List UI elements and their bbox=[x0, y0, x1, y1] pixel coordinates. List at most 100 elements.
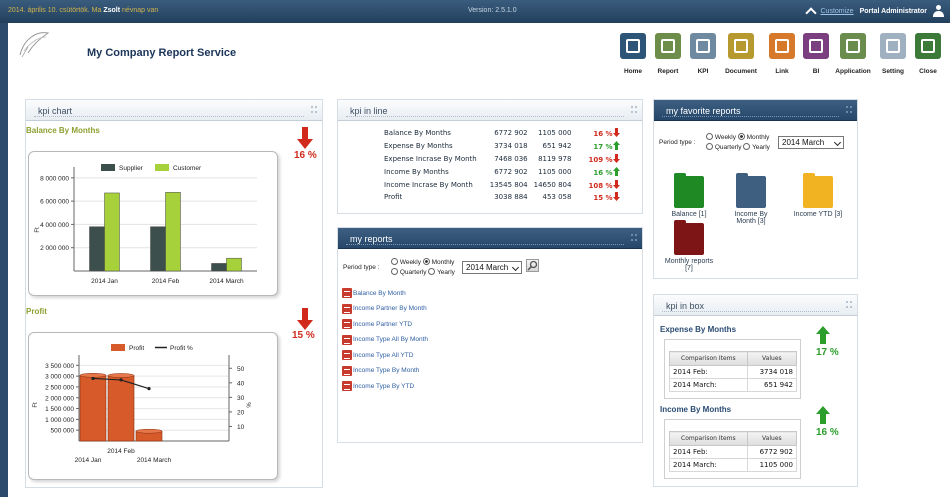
radio-yearly[interactable] bbox=[743, 143, 751, 150]
y2-tick-label: 10 bbox=[237, 424, 245, 431]
month-select[interactable]: 2014 March bbox=[778, 136, 844, 149]
document-icon bbox=[728, 33, 754, 59]
table-row: 2014 Feb: 6772 902 bbox=[669, 445, 798, 459]
radio-monthly[interactable] bbox=[737, 133, 745, 140]
down-arrow-icon bbox=[612, 128, 620, 138]
favorite-folder[interactable]: Income By Month [3] bbox=[724, 173, 778, 225]
report-link[interactable]: Income Partner YTD bbox=[342, 319, 412, 329]
balance-chart: Supplier Customer 8 000 000 6 000 000 4 000 … bbox=[28, 151, 278, 296]
y-tick-label: 6 000 000 bbox=[40, 199, 69, 206]
y-axis-label: Ft bbox=[33, 402, 39, 408]
table-row: 2014 March: 651 942 bbox=[669, 378, 798, 392]
radio-monthly[interactable] bbox=[422, 258, 430, 265]
radio-weekly[interactable] bbox=[391, 258, 398, 265]
legend-swatch bbox=[101, 164, 115, 171]
bi-icon bbox=[803, 33, 829, 59]
setting-icon bbox=[880, 33, 906, 59]
kpi-in-box-panel: kpi in box Expense By Months 17 % Comparis… bbox=[653, 294, 858, 487]
bar-customer bbox=[104, 192, 120, 272]
bar-profit bbox=[135, 428, 163, 442]
y2-tick-label: 30 bbox=[237, 395, 245, 402]
up-arrow-icon bbox=[816, 326, 830, 344]
y-tick-label: 500 000 bbox=[51, 428, 75, 435]
folder-label: Balance [1] bbox=[671, 211, 707, 218]
company-logo bbox=[19, 32, 50, 58]
drag-handle-icon[interactable] bbox=[311, 106, 317, 113]
nav-application[interactable]: Application bbox=[831, 33, 875, 75]
x-tick-label: 2014 March bbox=[209, 278, 244, 285]
period-label: Period type : bbox=[343, 264, 380, 271]
collapse-chevron-icon[interactable] bbox=[804, 7, 817, 19]
link-icon bbox=[769, 33, 795, 59]
customize-link[interactable]: Customize bbox=[821, 8, 854, 15]
kpi-value-1: 13545 804 bbox=[489, 180, 528, 189]
drag-handle-icon[interactable] bbox=[631, 106, 637, 113]
kpi-value-2: 651 942 bbox=[542, 142, 572, 151]
favorite-folder[interactable]: Balance [1] bbox=[662, 173, 716, 218]
comparison-value: 3734 018 bbox=[746, 365, 798, 379]
legend-label: Profit % bbox=[170, 345, 193, 352]
kpi-name: Expense Incrase By Month bbox=[384, 154, 477, 163]
drag-handle-icon[interactable] bbox=[846, 301, 852, 308]
report-link[interactable]: Income Type By YTD bbox=[342, 381, 414, 391]
option-label: Quarterly bbox=[399, 269, 427, 276]
user-icon[interactable] bbox=[933, 5, 944, 17]
nav-label: Application bbox=[835, 68, 871, 75]
drag-handle-icon[interactable] bbox=[631, 234, 637, 241]
close-icon bbox=[915, 33, 941, 59]
report-link[interactable]: Income Type All By Month bbox=[342, 334, 428, 345]
nav-document[interactable]: Document bbox=[719, 33, 763, 75]
kpi-value-1: 3038 884 bbox=[494, 193, 528, 202]
kpi-value-1: 7468 036 bbox=[494, 154, 528, 163]
down-arrow-icon bbox=[612, 192, 620, 202]
month-select[interactable]: 2014 March bbox=[462, 261, 522, 274]
report-link[interactable]: Income Partner By Month bbox=[342, 303, 427, 314]
radio-quarterly[interactable] bbox=[706, 143, 713, 150]
comparison-item: 2014 Feb: bbox=[669, 365, 748, 379]
kpi-percent-cell: 16 % bbox=[574, 165, 622, 178]
nav-label: Document bbox=[725, 68, 757, 75]
search-button[interactable] bbox=[526, 259, 539, 272]
kpi-line-row: Income Incrase By Month 13545 804 14650 80… bbox=[381, 178, 623, 191]
radio-weekly[interactable] bbox=[706, 133, 713, 140]
y2-tick-label: 40 bbox=[237, 380, 245, 387]
report-link-label: Income Type By Month bbox=[353, 367, 420, 374]
point-profit-percent bbox=[91, 376, 95, 381]
y2-tick-label: 50 bbox=[237, 366, 245, 373]
panel-header: kpi in line bbox=[338, 100, 642, 121]
comparison-item: 2014 March: bbox=[669, 378, 748, 392]
option-label: Weekly bbox=[714, 134, 737, 141]
kpi-line-row: Expense Incrase By Month 7468 036 8119 978… bbox=[381, 153, 623, 166]
report-link-label: Income Type All YTD bbox=[353, 351, 414, 359]
y-tick-label: 3 500 000 bbox=[45, 363, 74, 370]
search-icon bbox=[527, 260, 538, 271]
radio-yearly[interactable] bbox=[428, 268, 436, 275]
report-link[interactable]: Balance By Month bbox=[342, 288, 406, 298]
drag-handle-icon[interactable] bbox=[846, 106, 852, 113]
y2-axis-label: % bbox=[247, 402, 253, 408]
nav-label: Close bbox=[919, 68, 937, 75]
y-tick-label: 2 000 000 bbox=[40, 245, 69, 252]
panel-title: my reports bbox=[350, 234, 393, 244]
panel-header: kpi chart bbox=[26, 100, 322, 121]
home-icon bbox=[620, 33, 646, 59]
report-icon bbox=[655, 33, 681, 59]
nav-close[interactable]: Close bbox=[906, 33, 950, 75]
favorite-folder[interactable]: Income YTD [3] bbox=[786, 173, 850, 218]
pdf-icon bbox=[342, 303, 352, 314]
kpi-box-percent: 17 % bbox=[816, 347, 839, 358]
report-link[interactable]: Income Type By Month bbox=[342, 365, 420, 376]
panel-title: kpi in line bbox=[350, 106, 388, 116]
pdf-icon bbox=[342, 288, 352, 298]
chart-legend: Supplier Customer bbox=[101, 164, 202, 172]
radio-quarterly[interactable] bbox=[391, 268, 398, 275]
pdf-icon bbox=[342, 381, 352, 391]
legend-swatch bbox=[111, 344, 125, 351]
folder-label: Monthly reports [7] bbox=[664, 258, 714, 272]
bar-customer bbox=[226, 257, 242, 272]
option-label: Weekly bbox=[399, 259, 422, 266]
page-title: My Company Report Service bbox=[87, 47, 237, 59]
report-link[interactable]: Income Type All YTD bbox=[342, 350, 413, 360]
pdf-icon bbox=[342, 319, 352, 329]
favorite-folder[interactable]: Monthly reports [7] bbox=[662, 220, 716, 272]
